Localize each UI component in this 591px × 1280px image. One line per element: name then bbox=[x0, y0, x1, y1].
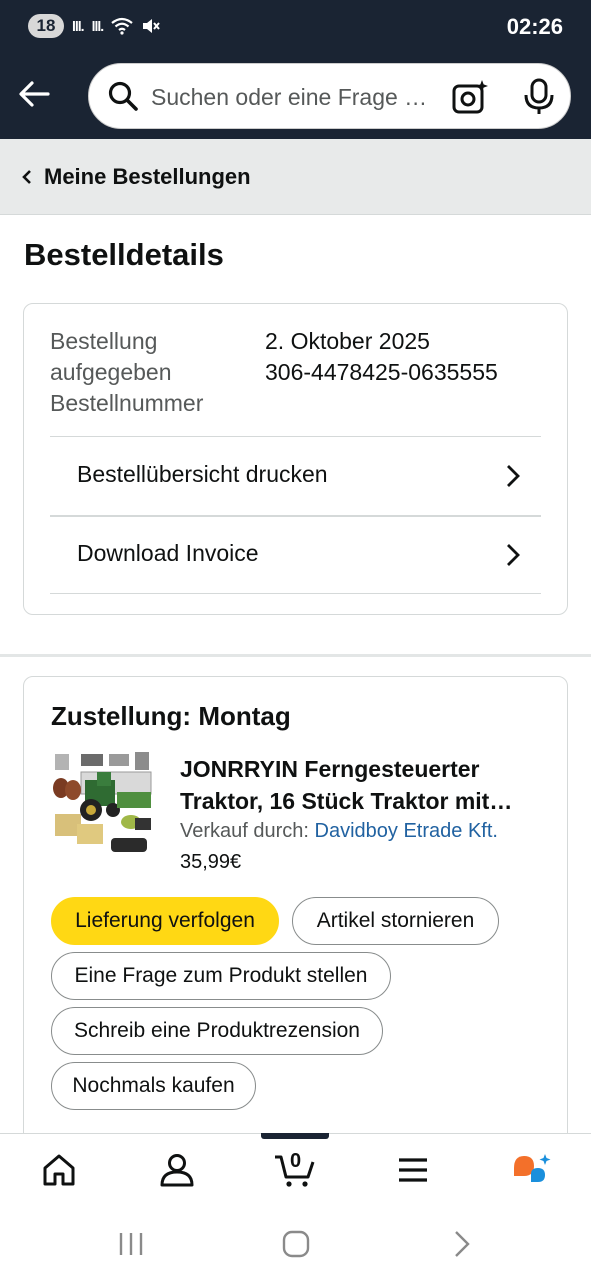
search-icon bbox=[108, 81, 138, 111]
delivery-title: Zustellung: Montag bbox=[51, 701, 291, 731]
chevron-left-icon bbox=[22, 169, 31, 184]
page-title: Bestelldetails bbox=[24, 237, 224, 272]
breadcrumb[interactable]: Meine Bestellungen bbox=[0, 139, 591, 215]
search-header: Suchen oder eine Frage stellen bbox=[0, 56, 591, 139]
section-divider bbox=[0, 654, 591, 657]
bottom-navigation: 0 bbox=[0, 1133, 591, 1205]
write-review-button[interactable]: Schreib eine Produktrezension bbox=[51, 1007, 383, 1055]
chevron-right-icon bbox=[507, 544, 520, 566]
order-details-card: Bestellung aufgegeben Bestellnummer 2. O… bbox=[23, 303, 568, 615]
system-navigation bbox=[0, 1205, 591, 1280]
camera-lens-icon[interactable] bbox=[451, 78, 489, 116]
buy-again-button[interactable]: Nochmals kaufen bbox=[51, 1062, 256, 1110]
cart-count: 0 bbox=[290, 1150, 302, 1172]
download-invoice-link[interactable]: Download Invoice bbox=[50, 516, 541, 594]
download-invoice-label: Download Invoice bbox=[77, 540, 259, 566]
rufus-icon[interactable] bbox=[510, 1152, 554, 1188]
delivery-card: Zustellung: Montag JONRRYIN Ferngesteuer… bbox=[23, 676, 568, 1146]
back-nav-icon[interactable] bbox=[445, 1227, 479, 1261]
microphone-icon[interactable] bbox=[521, 78, 557, 116]
cancel-item-button[interactable]: Artikel stornieren bbox=[292, 897, 499, 945]
track-package-button[interactable]: Lieferung verfolgen bbox=[51, 897, 279, 945]
label-aufgegeben: aufgegeben bbox=[50, 359, 172, 385]
label-bestellung: Bestellung bbox=[50, 328, 158, 354]
chevron-right-icon bbox=[507, 465, 520, 487]
seller-link[interactable]: Davidboy Etrade Kft. bbox=[315, 820, 498, 842]
search-input[interactable]: Suchen oder eine Frage stellen bbox=[151, 84, 436, 111]
print-order-summary-label: Bestellübersicht drucken bbox=[77, 461, 328, 487]
home-button-icon[interactable] bbox=[279, 1227, 313, 1261]
seller-prefix: Verkauf durch: bbox=[180, 820, 315, 842]
recent-apps-icon[interactable] bbox=[114, 1227, 148, 1261]
ask-product-question-button[interactable]: Eine Frage zum Produkt stellen bbox=[51, 952, 391, 1000]
notification-badge: 18 bbox=[28, 14, 64, 38]
active-tab-indicator bbox=[261, 1133, 329, 1139]
order-date: 2. Oktober 2025 bbox=[265, 328, 430, 354]
label-bestellnummer: Bestellnummer bbox=[50, 390, 204, 416]
seller-info: Verkauf durch: Davidboy Etrade Kft. bbox=[180, 820, 498, 843]
menu-icon[interactable] bbox=[395, 1152, 431, 1188]
signal-icon-2: lll. bbox=[91, 18, 105, 34]
search-bar[interactable]: Suchen oder eine Frage stellen bbox=[88, 63, 571, 129]
breadcrumb-label[interactable]: Meine Bestellungen bbox=[44, 164, 251, 190]
order-values: 2. Oktober 2025 306-4478425-0635555 bbox=[265, 326, 498, 388]
home-icon[interactable] bbox=[41, 1152, 77, 1188]
clock: 02:26 bbox=[506, 14, 563, 39]
wifi-icon bbox=[111, 17, 133, 35]
print-order-summary-link[interactable]: Bestellübersicht drucken bbox=[50, 437, 541, 515]
product-image[interactable] bbox=[51, 750, 155, 860]
signal-icon: lll. bbox=[72, 18, 85, 34]
account-icon[interactable] bbox=[159, 1152, 195, 1188]
mute-icon bbox=[143, 19, 160, 33]
back-arrow-icon[interactable] bbox=[14, 74, 54, 114]
product-title[interactable]: JONRRYIN Ferngesteuerter Traktor, 16 Stü… bbox=[180, 753, 550, 817]
status-bar: 18 lll. lll. 02:26 bbox=[0, 0, 591, 56]
product-price: 35,99€ bbox=[180, 851, 242, 873]
status-left: 18 lll. lll. bbox=[28, 14, 161, 38]
divider bbox=[50, 593, 541, 594]
order-number: 306-4478425-0635555 bbox=[265, 359, 498, 385]
order-labels: Bestellung aufgegeben Bestellnummer bbox=[50, 326, 203, 419]
